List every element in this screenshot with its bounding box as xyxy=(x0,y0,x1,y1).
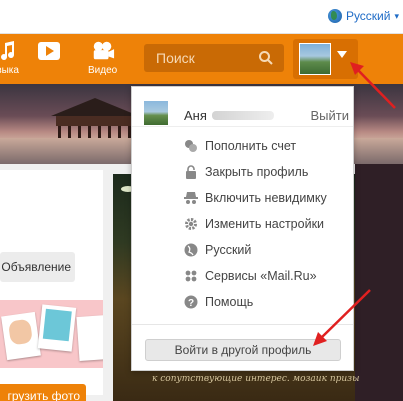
caret-down-icon xyxy=(337,51,347,58)
divider xyxy=(132,324,353,325)
redacted-surname xyxy=(212,111,274,120)
avatar xyxy=(299,43,331,75)
menu-item-label: Закрыть профиль xyxy=(205,165,309,179)
menu-item-invisible[interactable]: Включить невидимку xyxy=(184,191,327,205)
lock-icon xyxy=(184,165,198,179)
logout-link[interactable]: Выйти xyxy=(311,108,350,123)
profile-dropdown-menu: Аня Выйти Пополнить счет Закрыть профиль… xyxy=(131,86,354,371)
upload-photo-button[interactable]: грузить фото xyxy=(0,384,86,401)
language-label: Русский xyxy=(345,9,391,23)
menu-item-help[interactable]: ? Помощь xyxy=(184,295,253,309)
incognito-icon xyxy=(184,191,198,205)
nav-item-video[interactable]: Видео xyxy=(88,40,117,76)
nav-item-video-player[interactable] xyxy=(37,40,61,65)
nav-label-video: Видео xyxy=(88,65,118,76)
menu-item-label: Пополнить счет xyxy=(205,139,297,153)
menu-item-label: Изменить настройки xyxy=(205,217,325,231)
music-icon xyxy=(0,40,20,62)
top-bar: Русский ▾ xyxy=(0,0,403,34)
search-placeholder: Поиск xyxy=(156,50,195,66)
menu-item-label: Сервисы «Mail.Ru» xyxy=(205,269,317,283)
search-field[interactable]: Поиск xyxy=(144,44,284,72)
play-icon xyxy=(37,40,61,62)
globe-icon xyxy=(184,243,198,257)
right-panel xyxy=(355,164,403,401)
chevron-down-icon: ▾ xyxy=(394,10,399,21)
menu-item-mailru-services[interactable]: Сервисы «Mail.Ru» xyxy=(184,269,317,283)
language-selector[interactable]: Русский ▾ xyxy=(327,9,399,23)
menu-item-label: Помощь xyxy=(205,295,254,309)
menu-item-label: Русский xyxy=(205,243,252,257)
avatar[interactable] xyxy=(144,101,168,125)
help-icon: ? xyxy=(184,295,198,309)
photos-promo-image xyxy=(0,300,103,368)
left-card: Объявление грузить фото xyxy=(0,170,103,401)
menu-item-language[interactable]: Русский xyxy=(184,243,251,257)
menu-item-label: Включить невидимку xyxy=(205,191,327,205)
nav-item-music[interactable]: зыка xyxy=(0,40,20,76)
profile-menu-toggle[interactable] xyxy=(293,39,358,79)
menu-item-top-up[interactable]: Пополнить счет xyxy=(184,139,296,153)
switch-profile-button[interactable]: Войти в другой профиль xyxy=(145,339,341,361)
camera-icon xyxy=(91,40,115,62)
feed-caption: к сопутствующие интерес. мозаик призы xyxy=(152,374,360,384)
coins-icon xyxy=(184,139,198,153)
main-navigation: зыка Видео Поиск xyxy=(0,34,403,84)
ad-button[interactable]: Объявление xyxy=(0,252,75,282)
globe-icon xyxy=(327,9,342,23)
gear-icon xyxy=(184,217,198,231)
dropdown-header: Аня Выйти xyxy=(132,87,353,127)
user-name[interactable]: Аня xyxy=(184,108,207,123)
menu-item-settings[interactable]: Изменить настройки xyxy=(184,217,324,231)
grid-icon xyxy=(184,269,198,283)
search-icon[interactable] xyxy=(258,50,274,71)
nav-label-music: зыка xyxy=(0,65,19,76)
menu-item-close-profile[interactable]: Закрыть профиль xyxy=(184,165,308,179)
svg-text:?: ? xyxy=(188,298,194,309)
